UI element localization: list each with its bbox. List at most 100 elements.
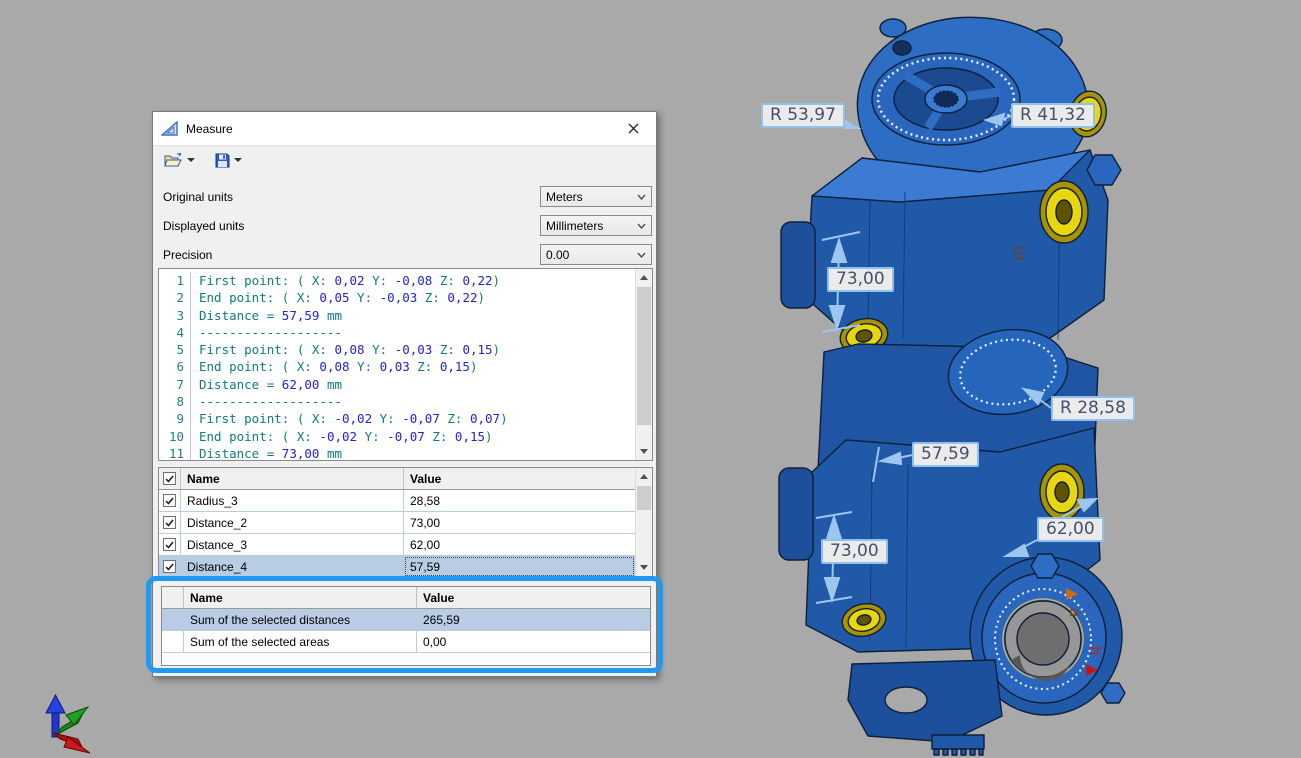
measurement-value: 73,00 (404, 512, 635, 533)
table-row[interactable]: Distance_362,00 (159, 534, 652, 556)
measurement-name: Distance_4 (181, 556, 404, 577)
row-checkbox[interactable] (163, 494, 176, 507)
row-checkbox[interactable] (163, 516, 176, 529)
log-line: 4------------------- (159, 324, 635, 341)
log-line: 1First point: ( X: 0,02 Y: -0,08 Z: 0,22… (159, 272, 635, 289)
measurement-name: Distance_3 (181, 534, 404, 555)
hex-bolt (1087, 155, 1121, 185)
measurement-name: Distance_2 (181, 512, 404, 533)
measurement-name: Radius_3 (181, 490, 404, 511)
mounting-lug-lower (779, 468, 813, 560)
dimension-label[interactable]: R 53,97 (761, 103, 845, 128)
log-line: 6End point: ( X: 0,08 Y: 0,03 Z: 0,15) (159, 358, 635, 375)
log-lines: 1First point: ( X: 0,02 Y: -0,08 Z: 0,22… (159, 272, 635, 461)
precision-select[interactable]: 0.00 (540, 244, 652, 265)
row-checkbox[interactable] (163, 538, 176, 551)
value-column-header[interactable]: Value (417, 587, 650, 608)
sum-value: 0,00 (417, 631, 650, 652)
displayed-units-value: Millimeters (546, 219, 603, 233)
displayed-units-select[interactable]: Millimeters (540, 215, 652, 236)
engraved-letter-a2: a (1066, 608, 1084, 617)
dialog-titlebar[interactable]: Measure (153, 112, 656, 145)
save-button[interactable] (212, 151, 245, 170)
log-line: 8------------------- (159, 393, 635, 410)
dimension-label[interactable]: 73,00 (827, 267, 894, 292)
mounting-lug-upper (781, 222, 815, 308)
original-units-select[interactable]: Meters (540, 186, 652, 207)
save-floppy-icon (215, 153, 230, 168)
row-checkbox[interactable] (163, 560, 176, 573)
displayed-units-row: Displayed units Millimeters (163, 211, 652, 240)
table-row[interactable]: Sum of the selected distances265,59 (162, 609, 650, 631)
name-column-header[interactable]: Name (181, 468, 404, 489)
spline-shaft (932, 735, 984, 755)
table-row[interactable]: Radius_328,58 (159, 490, 652, 512)
log-line: 9First point: ( X: -0,02 Y: -0,07 Z: 0,0… (159, 410, 635, 427)
log-line: 7Distance = 62,00 mm (159, 376, 635, 393)
log-line: 2End point: ( X: 0,05 Y: -0,03 Z: 0,22) (159, 289, 635, 306)
log-line: 11Distance = 73,00 mm (159, 445, 635, 461)
axis-triad[interactable] (46, 695, 90, 753)
foot-hole (885, 687, 927, 713)
table-row[interactable]: Sum of the selected areas0,00 (162, 631, 650, 653)
table-row[interactable]: Distance_273,00 (159, 512, 652, 534)
sums-table: Name Value Sum of the selected distances… (161, 586, 651, 666)
dimension-label[interactable]: 57,59 (912, 442, 979, 467)
sum-name: Sum of the selected areas (184, 631, 417, 652)
scroll-up-button[interactable] (636, 468, 652, 485)
sums-header-row: Name Value (162, 587, 650, 609)
engraved-letter-h: h (1086, 646, 1104, 656)
dimension-label[interactable]: 62,00 (1037, 517, 1104, 542)
save-dropdown-caret[interactable] (234, 158, 242, 162)
scroll-up-button[interactable] (636, 269, 652, 286)
units-settings: Original units Meters Displayed units Mi… (153, 174, 656, 275)
scroll-down-button[interactable] (636, 443, 652, 460)
scroll-thumb[interactable] (637, 486, 651, 510)
measurement-value: 62,00 (404, 534, 635, 555)
measurement-value: 28,58 (404, 490, 635, 511)
log-scrollbar[interactable] (635, 269, 652, 460)
open-button[interactable] (161, 151, 198, 170)
chevron-down-icon (637, 252, 646, 258)
sum-name: Sum of the selected distances (184, 609, 417, 630)
dimension-label[interactable]: R 28,58 (1051, 396, 1135, 421)
close-button[interactable] (618, 116, 648, 142)
select-all-checkbox[interactable] (163, 472, 176, 485)
value-column-header[interactable]: Value (404, 468, 635, 489)
name-column-header[interactable]: Name (184, 587, 417, 608)
log-line: 3Distance = 57,59 mm (159, 307, 635, 324)
sums-rows: Sum of the selected distances265,59Sum o… (162, 609, 650, 653)
precision-label: Precision (163, 248, 212, 262)
table-scrollbar[interactable] (635, 468, 652, 576)
dimension-label[interactable]: 73,00 (821, 539, 888, 564)
chevron-down-icon (637, 223, 646, 229)
scroll-down-button[interactable] (636, 559, 652, 576)
measurements-table: Name Value Radius_328,58Distance_273,00D… (158, 467, 653, 577)
table-row[interactable]: Distance_457,59 (159, 556, 652, 578)
open-folder-icon (164, 153, 183, 168)
log-line: 10End point: ( X: -0,02 Y: -0,07 Z: 0,15… (159, 428, 635, 445)
measurements-rows: Radius_328,58Distance_273,00Distance_362… (159, 490, 652, 578)
measure-icon (161, 121, 178, 136)
scroll-thumb[interactable] (637, 287, 651, 425)
port-yellow-lower-right (1040, 464, 1084, 520)
displayed-units-label: Displayed units (163, 219, 244, 233)
original-units-value: Meters (546, 190, 583, 204)
open-dropdown-caret[interactable] (187, 158, 195, 162)
spline-bore (934, 91, 958, 107)
measurement-value: 57,59 (404, 556, 635, 577)
close-icon (628, 123, 639, 134)
measure-dialog: Measure Original (152, 111, 657, 677)
x-axis-arrow (54, 733, 90, 753)
precision-row: Precision 0.00 (163, 240, 652, 269)
dimension-label[interactable]: R 41,32 (1011, 103, 1095, 128)
log-line: 5First point: ( X: 0,08 Y: -0,03 Z: 0,15… (159, 341, 635, 358)
dialog-title: Measure (186, 122, 233, 136)
original-units-row: Original units Meters (163, 182, 652, 211)
sum-value: 265,59 (417, 609, 650, 630)
precision-value: 0.00 (546, 248, 569, 262)
measurement-log[interactable]: 1First point: ( X: 0,02 Y: -0,08 Z: 0,22… (158, 268, 653, 461)
chevron-down-icon (637, 194, 646, 200)
flange-bolt-hole (893, 41, 911, 55)
dialog-toolbar (153, 145, 656, 174)
